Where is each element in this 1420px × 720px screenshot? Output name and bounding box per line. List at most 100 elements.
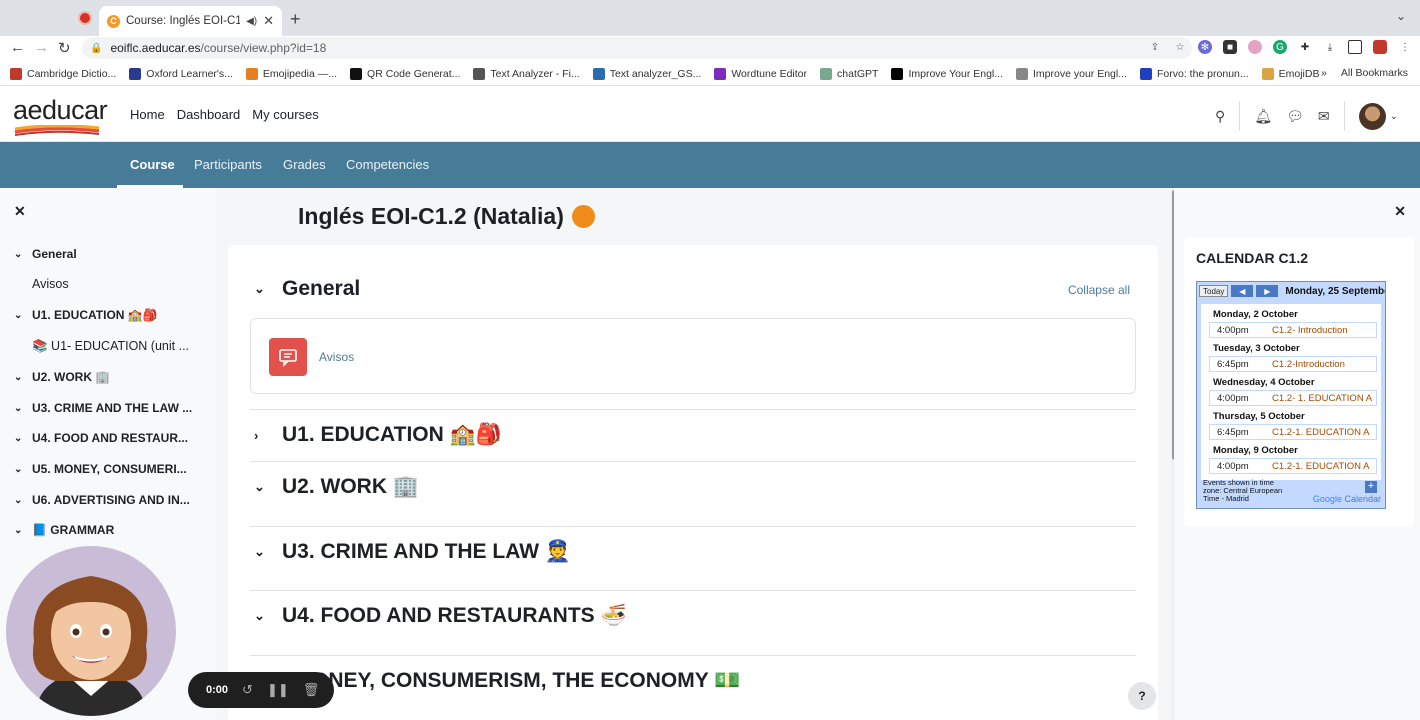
forward-icon[interactable]: → bbox=[34, 39, 49, 56]
bookmark-item[interactable]: Text Analyzer - Fi... bbox=[473, 67, 580, 80]
mail-icon[interactable]: ✉ bbox=[1318, 108, 1330, 125]
kebab-menu-icon[interactable]: ⋮ bbox=[1398, 40, 1412, 54]
nav-home[interactable]: Home bbox=[130, 107, 165, 122]
bookmark-favicon-icon bbox=[1261, 67, 1274, 80]
chevron-right-icon[interactable]: › bbox=[254, 428, 268, 443]
tab-grades[interactable]: Grades bbox=[283, 157, 326, 172]
index-item-u2[interactable]: ⌄ U2. WORK 🏢 bbox=[14, 370, 110, 384]
back-icon[interactable]: ← bbox=[10, 39, 25, 56]
extension-profile-icon[interactable] bbox=[1248, 40, 1262, 54]
puzzle-icon[interactable]: ✚ bbox=[1298, 40, 1312, 54]
chevron-down-icon[interactable]: ⌄ bbox=[254, 608, 268, 624]
extension-camera-icon[interactable]: ■ bbox=[1223, 40, 1237, 54]
agenda-event[interactable]: 6:45pm C1.2-1. EDUCATION A bbox=[1209, 424, 1377, 440]
index-item-u1-unit[interactable]: 📚 U1- EDUCATION (unit ... bbox=[32, 339, 189, 354]
more-bookmarks-button[interactable]: » bbox=[1321, 67, 1327, 79]
bookmark-item[interactable]: Wordtune Editor bbox=[714, 67, 807, 80]
bookmark-item[interactable]: chatGPT bbox=[820, 67, 878, 80]
tab-competencies[interactable]: Competencies bbox=[346, 157, 429, 172]
chevron-down-icon[interactable]: ⌄ bbox=[254, 544, 268, 560]
chat-icon[interactable]: 💬︎ bbox=[1286, 108, 1304, 125]
all-bookmarks-folder[interactable]: All Bookmarks bbox=[1341, 67, 1408, 79]
index-item-u3[interactable]: ⌄ U3. CRIME AND THE LAW ... bbox=[14, 401, 192, 415]
restart-icon[interactable]: ↺ bbox=[242, 682, 253, 698]
close-block-drawer-icon[interactable]: ✕ bbox=[1394, 203, 1406, 220]
activity-link[interactable]: Avisos bbox=[319, 350, 354, 364]
sidepanel-icon[interactable] bbox=[1348, 40, 1362, 54]
profile-image-icon[interactable] bbox=[1373, 40, 1387, 54]
index-item-grammar[interactable]: ⌄ 📘 GRAMMAR bbox=[14, 523, 114, 537]
section-u4-heading[interactable]: ⌄ U4. FOOD AND RESTAURANTS 🍜 bbox=[254, 604, 627, 628]
section-u5-heading[interactable]: ONEY, CONSUMERISM, THE ECONOMY 💵 bbox=[312, 669, 740, 693]
trash-icon[interactable]: 🗑︎ bbox=[303, 682, 320, 698]
bookmark-item[interactable]: Oxford Learner's... bbox=[129, 67, 233, 80]
chevron-down-icon[interactable]: ⌄ bbox=[14, 464, 24, 475]
index-item-u5[interactable]: ⌄ U5. MONEY, CONSUMERI... bbox=[14, 462, 187, 476]
nav-my-courses[interactable]: My courses bbox=[252, 107, 318, 122]
bookmark-item[interactable]: QR Code Generat... bbox=[350, 67, 460, 80]
star-icon[interactable]: ☆ bbox=[1173, 40, 1187, 54]
bookmark-item[interactable]: Forvo: the pronun... bbox=[1139, 67, 1249, 80]
agenda-event[interactable]: 4:00pm C1.2- 1. EDUCATION A bbox=[1209, 390, 1377, 406]
tab-course[interactable]: Course bbox=[130, 157, 175, 172]
index-item-avisos[interactable]: Avisos bbox=[32, 277, 69, 291]
close-drawer-icon[interactable]: ✕ bbox=[14, 203, 26, 220]
agenda-event[interactable]: 4:00pm C1.2- Introduction bbox=[1209, 322, 1377, 338]
help-button[interactable]: ? bbox=[1128, 682, 1156, 710]
bookmark-item[interactable]: Improve Your Engl... bbox=[891, 67, 1003, 80]
extension-gear-icon[interactable]: ✻ bbox=[1198, 40, 1212, 54]
agenda-event[interactable]: 4:00pm C1.2-1. EDUCATION A bbox=[1209, 458, 1377, 474]
reload-icon[interactable]: ↻ bbox=[58, 39, 71, 57]
calendar-toolbar: Today ◀ ▶ Monday, 25 September bbox=[1199, 285, 1385, 297]
tab-close-icon[interactable]: ✕ bbox=[263, 13, 274, 29]
google-calendar-embed: Today ◀ ▶ Monday, 25 September Monday, 2… bbox=[1196, 281, 1386, 509]
bookmark-item[interactable]: EmojiDB bbox=[1261, 67, 1319, 80]
chevron-down-icon[interactable]: ⌄ bbox=[14, 403, 24, 414]
agenda-event[interactable]: 6:45pm C1.2-Introduction bbox=[1209, 356, 1377, 372]
section-u3-heading[interactable]: ⌄ U3. CRIME AND THE LAW 👮 bbox=[254, 540, 571, 564]
chevron-down-icon[interactable]: ⌄ bbox=[1390, 111, 1398, 122]
search-icon[interactable]: ⚲ bbox=[1215, 108, 1225, 125]
section-general-heading[interactable]: ⌄ General bbox=[254, 277, 360, 301]
new-tab-button[interactable]: + bbox=[290, 9, 301, 30]
bookmark-item[interactable]: Cambridge Dictio... bbox=[10, 67, 116, 80]
activity-avisos[interactable]: Avisos bbox=[250, 318, 1136, 394]
aeducar-logo[interactable]: aeducar bbox=[13, 95, 108, 137]
chevron-down-icon[interactable]: ⌄ bbox=[254, 281, 268, 297]
share-icon[interactable]: ⇪ bbox=[1148, 40, 1162, 54]
user-avatar[interactable] bbox=[1358, 102, 1386, 130]
grammarly-icon[interactable]: G bbox=[1273, 40, 1287, 54]
chevron-down-icon[interactable]: ⌄ bbox=[14, 249, 24, 260]
add-calendar-plus-icon[interactable]: + bbox=[1365, 481, 1377, 493]
chevron-down-icon[interactable]: ⌄ bbox=[14, 525, 24, 536]
tab-search-chevron-icon[interactable]: ⌄ bbox=[1396, 9, 1406, 23]
index-item-general[interactable]: ⌄ General bbox=[14, 247, 77, 261]
google-calendar-logo[interactable]: Google Calendar bbox=[1313, 494, 1381, 504]
index-item-u4[interactable]: ⌄ U4. FOOD AND RESTAUR... bbox=[14, 431, 188, 445]
bell-icon[interactable]: 🔔︎ bbox=[1254, 108, 1272, 125]
chevron-down-icon[interactable]: ⌄ bbox=[254, 479, 268, 495]
section-u1-heading[interactable]: › U1. EDUCATION 🏫🎒 bbox=[254, 423, 502, 447]
prev-arrow-icon[interactable]: ◀ bbox=[1231, 285, 1254, 297]
index-item-u1[interactable]: ⌄ U1. EDUCATION 🏫🎒 bbox=[14, 308, 158, 322]
bookmark-item[interactable]: Emojipedia —... bbox=[245, 67, 337, 80]
pause-icon[interactable]: ❚❚ bbox=[267, 682, 289, 698]
next-arrow-icon[interactable]: ▶ bbox=[1256, 285, 1279, 297]
browser-tab-active[interactable]: C Course: Inglés EOI-C1.2 (N ◀) ✕ bbox=[99, 6, 282, 36]
today-button[interactable]: Today bbox=[1199, 285, 1229, 297]
chevron-down-icon[interactable]: ⌄ bbox=[14, 372, 24, 383]
chevron-down-icon[interactable]: ⌄ bbox=[14, 310, 24, 321]
tab-participants[interactable]: Participants bbox=[194, 157, 262, 172]
download-icon[interactable]: ⤓ bbox=[1323, 40, 1337, 54]
chevron-down-icon[interactable]: ⌄ bbox=[14, 495, 24, 506]
tab-audio-icon[interactable]: ◀) bbox=[246, 16, 257, 27]
bookmark-item[interactable]: Text analyzer_GS... bbox=[592, 67, 701, 80]
section-u2-heading[interactable]: ⌄ U2. WORK 🏢 bbox=[254, 475, 419, 499]
bookmark-item[interactable]: Improve your Engl... bbox=[1016, 67, 1127, 80]
url-input[interactable]: 🔒 eoiflc.aeducar.es/course/view.php?id=1… bbox=[82, 37, 1192, 59]
index-item-u6[interactable]: ⌄ U6. ADVERTISING AND IN... bbox=[14, 493, 190, 507]
chevron-down-icon[interactable]: ⌄ bbox=[14, 433, 24, 444]
collapse-all-link[interactable]: Collapse all bbox=[1068, 283, 1130, 297]
section-divider bbox=[250, 655, 1136, 656]
nav-dashboard[interactable]: Dashboard bbox=[177, 107, 241, 122]
